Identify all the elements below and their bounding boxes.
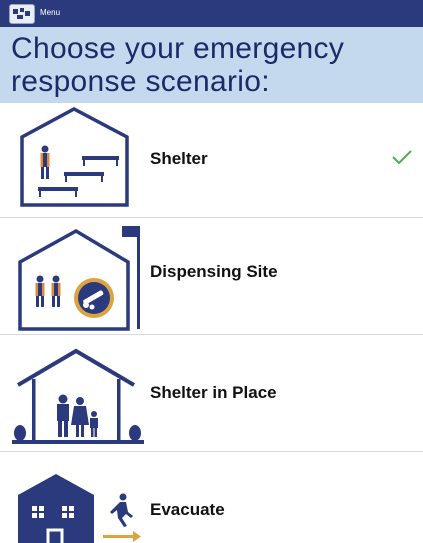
scenario-item-shelter-in-place[interactable]: Shelter in Place bbox=[0, 335, 423, 452]
app-screen: Menu Choose your emergency response scen… bbox=[0, 0, 423, 543]
scenario-label-shelter: Shelter bbox=[150, 149, 208, 168]
scenario-item-dispensing-site[interactable]: Dispensing Site bbox=[0, 218, 423, 335]
page-title: Choose your emergency response scenario: bbox=[11, 32, 345, 98]
scenario-label-evacuate: Evacuate bbox=[150, 500, 225, 519]
scenario-item-evacuate[interactable]: Evacuate bbox=[0, 452, 423, 543]
evacuate-icon bbox=[18, 474, 141, 543]
app-logo-icon[interactable] bbox=[9, 3, 35, 24]
menu-label[interactable]: Menu bbox=[40, 8, 60, 17]
checkmark-icon bbox=[392, 150, 412, 165]
shelter-in-place-icon bbox=[12, 348, 144, 444]
page-header: Choose your emergency response scenario: bbox=[0, 27, 423, 103]
scenario-label-shelter-in-place: Shelter in Place bbox=[150, 383, 277, 402]
scenario-list: Shelter Dispensing Site Shelter in Place… bbox=[0, 103, 423, 543]
top-bar: Menu bbox=[0, 0, 423, 27]
dispensing-site-icon bbox=[18, 226, 140, 331]
scenario-item-shelter[interactable]: Shelter bbox=[0, 103, 423, 218]
shelter-icon bbox=[20, 107, 129, 207]
scenario-label-dispensing-site: Dispensing Site bbox=[150, 262, 278, 281]
